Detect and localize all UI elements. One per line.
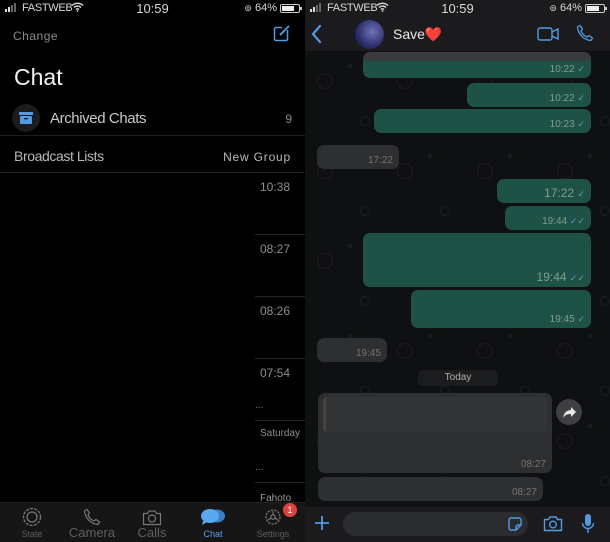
message-time: 10:22 ✓ xyxy=(549,93,585,104)
message-time: 08:27 xyxy=(511,487,537,498)
message-bubble-incoming[interactable]: 19:45 xyxy=(317,338,387,362)
tab-label: Settings xyxy=(256,529,290,539)
battery-percent: 64% xyxy=(254,2,277,14)
quoted-message xyxy=(363,52,591,61)
contact-name[interactable]: Save❤️ xyxy=(393,26,442,43)
chat-time: 07:54 xyxy=(260,366,291,380)
message-time: 10:22 ✓ xyxy=(549,64,585,75)
link-preview xyxy=(323,397,547,432)
message-bubble-incoming[interactable]: 08:27 xyxy=(318,393,552,473)
archive-icon xyxy=(12,104,40,132)
message-bubble-incoming[interactable]: 17:22 xyxy=(317,145,399,169)
message-time: 10:23 ✓ xyxy=(549,119,585,130)
message-bubble-outgoing[interactable]: 19:44 ✓✓ xyxy=(363,233,591,287)
tab-calls[interactable]: Camera xyxy=(62,506,122,540)
status-bar: FASTWEB 10:59 ⊚ 64% xyxy=(305,0,610,18)
tab-label: Calls xyxy=(137,525,167,540)
plus-icon[interactable] xyxy=(314,515,330,536)
chat-preview: ... xyxy=(255,462,264,473)
rotation-lock-icon: ⊚ xyxy=(244,2,252,13)
chat-list-item[interactable]: 08:26 xyxy=(0,296,305,358)
chat-list-item[interactable]: 08:27 xyxy=(0,234,305,296)
video-call-icon[interactable] xyxy=(537,27,559,46)
battery-icon xyxy=(585,3,607,13)
conversation-screen: FASTWEB 10:59 ⊚ 64% Save❤️ 10:22 ✓ 10:22 … xyxy=(305,0,610,542)
battery-icon xyxy=(280,3,302,13)
tab-chat[interactable]: Chat xyxy=(183,506,243,539)
divider xyxy=(255,482,305,483)
chat-header: Save❤️ xyxy=(305,18,610,51)
edit-button[interactable]: Change xyxy=(13,29,58,43)
message-bubble-outgoing[interactable]: 10:22 ✓ xyxy=(467,83,591,107)
composer-bar xyxy=(305,507,610,542)
message-time: 19:45 xyxy=(355,348,381,359)
chat-time: 08:27 xyxy=(260,242,291,256)
new-group-link[interactable]: New Group xyxy=(223,150,291,164)
message-time: 08:27 xyxy=(520,459,546,470)
row-separator xyxy=(255,358,305,359)
status-bar: FASTWEB 10:59 ⊚ 64% xyxy=(0,0,305,18)
tab-state[interactable]: State xyxy=(2,506,62,539)
heart-emoji: ❤️ xyxy=(424,26,443,42)
chat-list-item[interactable]: 07:54 ... xyxy=(0,358,305,420)
message-bubble-outgoing[interactable]: 17:22 ✓ xyxy=(497,179,591,203)
message-bubble-outgoing[interactable]: 19:44 ✓✓ xyxy=(505,206,591,230)
date-separator: Today xyxy=(418,370,498,386)
battery-percent: 64% xyxy=(559,2,582,14)
message-input[interactable] xyxy=(343,512,528,536)
tab-label: Camera xyxy=(68,525,116,540)
message-time: 19:44 ✓✓ xyxy=(536,270,585,284)
archived-chats-row[interactable]: Archived Chats 9 xyxy=(0,100,305,136)
archived-chats-label: Archived Chats xyxy=(50,110,147,127)
compose-icon[interactable] xyxy=(273,24,291,42)
row-separator xyxy=(255,420,305,421)
row-separator xyxy=(255,296,305,297)
microphone-icon[interactable] xyxy=(581,513,595,540)
page-title: Chat xyxy=(14,64,63,90)
voice-call-icon[interactable] xyxy=(576,23,594,48)
chat-time: 10:38 xyxy=(260,180,291,194)
avatar[interactable] xyxy=(355,20,384,49)
message-bubble-outgoing[interactable]: 10:22 ✓ xyxy=(363,52,591,78)
chat-preview: ... xyxy=(255,400,264,411)
back-chevron-icon[interactable] xyxy=(311,24,322,49)
tab-bar: State Camera Calls Chat Settings xyxy=(0,502,305,542)
contact-name-text: Save xyxy=(393,26,425,42)
message-bubble-incoming[interactable]: 08:27 xyxy=(318,477,543,501)
row-separator xyxy=(255,234,305,235)
tab-label: State xyxy=(21,529,43,539)
chat-bubbles-icon xyxy=(183,506,243,528)
notification-badge: 1 xyxy=(283,503,297,517)
message-time: 19:45 ✓ xyxy=(549,314,585,325)
message-time: 17:22 xyxy=(367,155,393,166)
tab-camera[interactable]: Calls xyxy=(122,506,182,540)
tab-label: Chat xyxy=(203,529,223,539)
chat-list-item[interactable]: Saturday ... xyxy=(0,420,305,482)
message-bubble-outgoing[interactable]: 10:23 ✓ xyxy=(374,109,591,133)
message-bubble-outgoing[interactable]: 19:45 ✓ xyxy=(411,290,591,328)
chat-time: 08:26 xyxy=(260,304,291,318)
chat-time: Saturday xyxy=(260,428,301,439)
sticker-icon[interactable] xyxy=(507,516,523,537)
rotation-lock-icon: ⊚ xyxy=(549,2,557,13)
forward-arrow-icon xyxy=(562,406,576,418)
message-time: 17:22 ✓ xyxy=(544,186,585,200)
archived-count: 9 xyxy=(285,112,292,126)
chat-list-item[interactable]: 10:38 xyxy=(0,172,305,234)
status-icon xyxy=(2,506,62,528)
camera-icon[interactable] xyxy=(543,515,563,537)
chats-list-screen: FASTWEB 10:59 ⊚ 64% Change Chat Archived … xyxy=(0,0,305,542)
message-time: 19:44 ✓✓ xyxy=(542,216,585,227)
forward-button[interactable] xyxy=(556,399,582,425)
broadcast-lists-link[interactable]: Broadcast Lists xyxy=(14,148,104,164)
